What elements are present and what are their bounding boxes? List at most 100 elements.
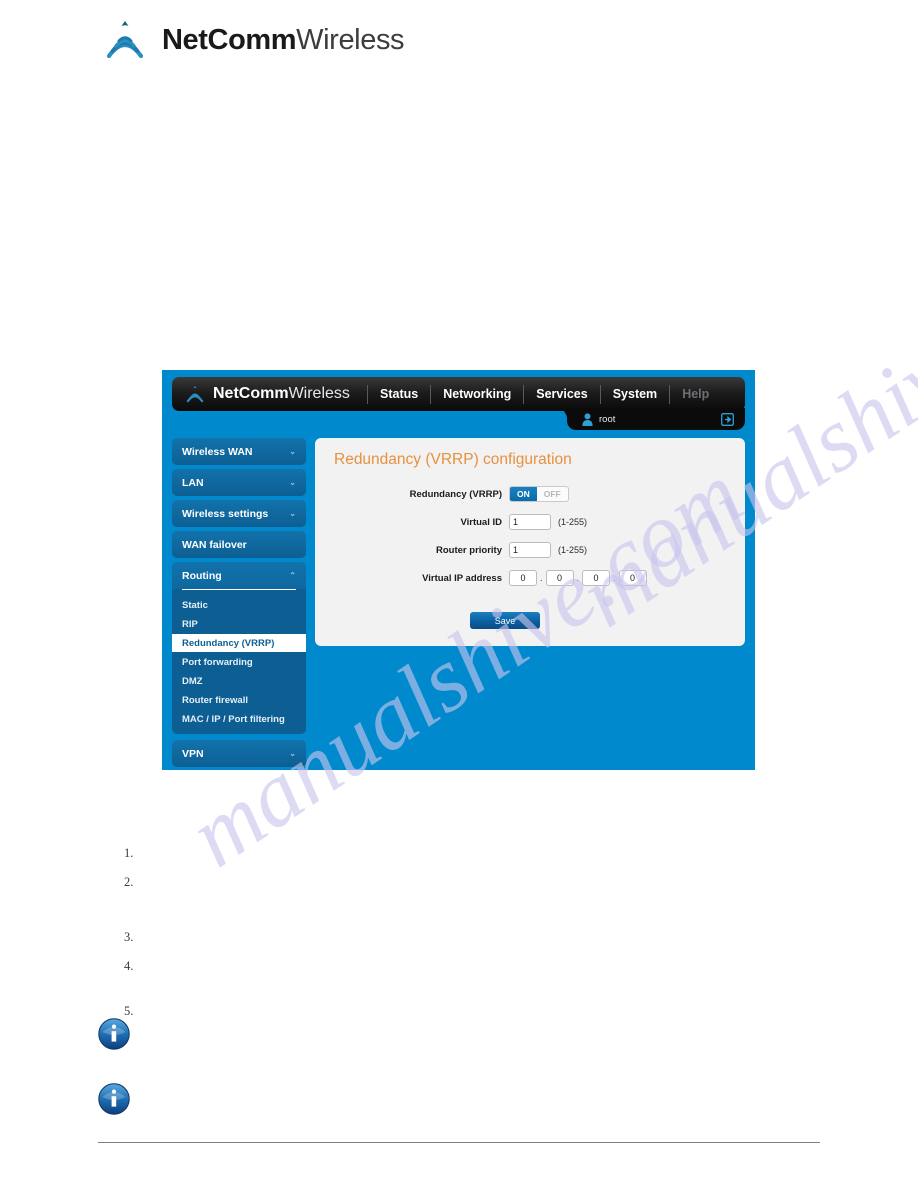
router-brand-bold: NetComm xyxy=(213,385,289,402)
nav-item-help[interactable]: Help xyxy=(670,377,721,411)
nav-item-networking[interactable]: Networking xyxy=(431,377,523,411)
router-ui-screenshot: NetCommWireless Status Networking Servic… xyxy=(162,370,755,770)
ip-separator: . xyxy=(540,573,543,583)
redundancy-label: Redundancy (VRRP) xyxy=(409,488,502,500)
router-nav-menu: Status Networking Services System Help xyxy=(367,377,721,411)
chevron-up-icon: ⌃ xyxy=(289,570,296,580)
user-person-icon xyxy=(582,412,593,426)
numbered-steps-list: 1. 2. 3. 4. 5. xyxy=(124,846,724,1019)
sidebar-item-mac-ip-port-filtering[interactable]: MAC / IP / Port filtering xyxy=(172,710,306,728)
footer-divider xyxy=(98,1142,820,1143)
note-block-1 xyxy=(98,1018,142,1050)
router-user-bar: root xyxy=(556,408,745,430)
step-text xyxy=(146,875,724,890)
sidebar-item-wireless-settings[interactable]: Wireless settings ⌄ xyxy=(172,500,306,527)
save-button-row: Save xyxy=(315,612,745,629)
ip-separator: . xyxy=(613,573,616,583)
router-brand-logo: NetCommWireless xyxy=(172,384,367,404)
router-brand-wordmark: NetCommWireless xyxy=(213,386,350,402)
sidebar-item-static[interactable]: Static xyxy=(172,596,306,614)
list-item: 3. xyxy=(124,930,724,945)
step-number: 4. xyxy=(124,959,134,973)
note-block-2 xyxy=(98,1083,142,1115)
info-icon xyxy=(98,1018,130,1050)
chevron-down-icon: ⌄ xyxy=(289,748,296,758)
vrrp-form: Redundancy (VRRP) ON OFF Virtual ID (1-2… xyxy=(315,480,745,629)
virtual-ip-octet-2[interactable] xyxy=(545,570,574,586)
form-row-virtual-ip: Virtual IP address . . . xyxy=(315,564,745,592)
sidebar-item-wireless-wan[interactable]: Wireless WAN ⌄ xyxy=(172,438,306,465)
virtual-id-label: Virtual ID xyxy=(460,516,502,528)
sidebar-item-port-forwarding[interactable]: Port forwarding xyxy=(172,653,306,671)
sidebar-item-vpn[interactable]: VPN ⌄ xyxy=(172,740,306,767)
nav-item-status[interactable]: Status xyxy=(368,377,430,411)
sidebar-label: Routing xyxy=(182,569,222,582)
save-button[interactable]: Save xyxy=(470,612,540,629)
sidebar-item-routing[interactable]: Routing ⌃ xyxy=(172,562,306,589)
form-row-virtual-id: Virtual ID (1-255) xyxy=(315,508,745,536)
step-text xyxy=(146,846,724,861)
virtual-id-range-hint: (1-255) xyxy=(558,517,588,527)
sidebar-label: Wireless settings xyxy=(182,507,269,520)
sidebar-label: VPN xyxy=(182,747,204,760)
step-text xyxy=(146,930,724,945)
sidebar-item-router-firewall[interactable]: Router firewall xyxy=(172,691,306,709)
virtual-ip-octet-3[interactable] xyxy=(582,570,611,586)
virtual-ip-octet-group: . . . xyxy=(509,570,647,586)
brand-name-light: Wireless xyxy=(296,23,405,56)
sidebar-group-lan: LAN ⌄ xyxy=(172,469,306,496)
sidebar-group-wan-failover: WAN failover xyxy=(172,531,306,558)
list-item: 2. xyxy=(124,875,724,890)
form-row-router-priority: Router priority (1-255) xyxy=(315,536,745,564)
chevron-down-icon: ⌄ xyxy=(289,446,296,456)
info-icon xyxy=(98,1083,130,1115)
logout-arrow-icon[interactable] xyxy=(721,412,734,426)
sidebar-item-redundancy-vrrp[interactable]: Redundancy (VRRP) xyxy=(172,634,306,652)
toggle-off-option[interactable]: OFF xyxy=(537,487,568,501)
nav-item-system[interactable]: System xyxy=(601,377,669,411)
sidebar-item-lan[interactable]: LAN ⌄ xyxy=(172,469,306,496)
sidebar-item-rip[interactable]: RIP xyxy=(172,615,306,633)
nav-item-services[interactable]: Services xyxy=(524,377,599,411)
brand-name-bold: NetComm xyxy=(162,23,297,56)
list-item: 5. xyxy=(124,1004,724,1019)
sidebar-item-wan-failover[interactable]: WAN failover xyxy=(172,531,306,558)
username-label: root xyxy=(599,413,616,425)
sidebar-item-dmz[interactable]: DMZ xyxy=(172,672,306,690)
sidebar-label: Wireless WAN xyxy=(182,445,253,458)
step-text xyxy=(146,1004,724,1019)
sidebar-submenu-routing: Static RIP Redundancy (VRRP) Port forwar… xyxy=(172,589,306,734)
submenu-divider xyxy=(182,589,296,590)
toggle-on-option[interactable]: ON xyxy=(510,487,537,501)
router-priority-range-hint: (1-255) xyxy=(558,545,588,555)
sidebar-group-routing: Routing ⌃ Static RIP Redundancy (VRRP) P… xyxy=(172,562,306,734)
netcomm-wave-logo-icon xyxy=(186,386,204,403)
virtual-ip-octet-1[interactable] xyxy=(509,570,537,586)
redundancy-toggle[interactable]: ON OFF xyxy=(509,486,569,502)
document-brand-header: NetCommWireless xyxy=(98,18,405,62)
vrrp-configuration-card: Redundancy (VRRP) configuration Redundan… xyxy=(315,438,745,646)
step-number: 1. xyxy=(124,846,134,860)
virtual-id-input[interactable] xyxy=(509,514,551,530)
sidebar-group-wireless-wan: Wireless WAN ⌄ xyxy=(172,438,306,465)
brand-wordmark: NetCommWireless xyxy=(162,23,405,56)
step-number: 3. xyxy=(124,930,134,944)
router-sidebar: Wireless WAN ⌄ LAN ⌄ Wireless settings ⌄… xyxy=(172,438,306,771)
sidebar-group-wireless-settings: Wireless settings ⌄ xyxy=(172,500,306,527)
sidebar-group-vpn: VPN ⌄ xyxy=(172,740,306,767)
form-row-redundancy: Redundancy (VRRP) ON OFF xyxy=(315,480,745,508)
list-item: 4. xyxy=(124,959,724,974)
sidebar-label: LAN xyxy=(182,476,204,489)
sidebar-label: WAN failover xyxy=(182,538,247,551)
chevron-down-icon: ⌄ xyxy=(289,508,296,518)
virtual-ip-label: Virtual IP address xyxy=(422,572,502,584)
router-priority-input[interactable] xyxy=(509,542,551,558)
router-brand-light: Wireless xyxy=(288,385,350,402)
virtual-ip-octet-4[interactable] xyxy=(618,570,647,586)
ip-separator: . xyxy=(576,573,580,583)
router-priority-label: Router priority xyxy=(436,544,502,556)
router-top-navbar: NetCommWireless Status Networking Servic… xyxy=(172,377,745,411)
step-number: 2. xyxy=(124,875,134,889)
page-title: Redundancy (VRRP) configuration xyxy=(334,451,572,468)
chevron-down-icon: ⌄ xyxy=(289,477,296,487)
